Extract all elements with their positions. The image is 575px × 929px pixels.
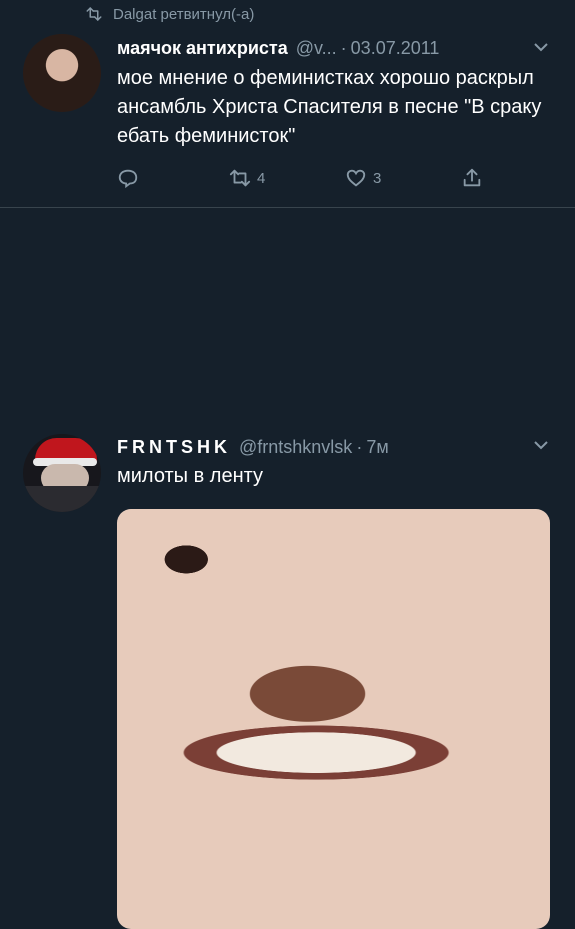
avatar-shirt: [23, 486, 101, 512]
reply-icon: [118, 169, 138, 189]
handle[interactable]: @frntshknvlsk: [239, 437, 352, 458]
tweet-media-image[interactable]: [117, 509, 550, 929]
retweet-label: Dalgat ретвитнул(-а): [113, 5, 255, 23]
tweet-actions: 4 3: [117, 167, 497, 191]
chevron-down-icon[interactable]: [533, 440, 549, 450]
reply-button[interactable]: [117, 167, 139, 189]
tweet-1[interactable]: Dalgat ретвитнул(-а) маячок антихриста @…: [0, 0, 575, 208]
tweet-text: мое мнение о феминистках хорошо раскрыл …: [117, 67, 542, 147]
avatar[interactable]: [23, 434, 101, 512]
tweet-header: FRNTSHK @frntshknvlsk · 7м: [117, 434, 389, 460]
retweet-count: 4: [257, 169, 266, 187]
chevron-down-icon[interactable]: [533, 42, 549, 52]
tweet-text: милоты в ленту: [117, 465, 263, 487]
share-button[interactable]: [461, 167, 483, 189]
timestamp[interactable]: 7м: [366, 437, 388, 458]
handle[interactable]: @v...: [296, 38, 337, 59]
share-icon: [463, 168, 481, 187]
display-name[interactable]: FRNTSHK: [117, 437, 231, 458]
timestamp[interactable]: 03.07.2011: [351, 38, 440, 59]
display-name[interactable]: маячок антихриста: [117, 38, 288, 59]
separator-dot: ·: [356, 436, 363, 457]
retweet-icon: [229, 169, 251, 187]
retweet-icon: [86, 7, 102, 21]
like-icon: [346, 169, 366, 187]
tweet-header: маячок антихриста @v... · 03.07.2011: [117, 35, 439, 61]
separator-dot: ·: [340, 37, 347, 58]
like-count: 3: [373, 169, 382, 187]
avatar[interactable]: [23, 34, 101, 112]
like-button[interactable]: 3: [345, 167, 381, 189]
retweet-button[interactable]: 4: [229, 167, 265, 189]
retweet-indicator: Dalgat ретвитнул(-а): [85, 5, 254, 23]
